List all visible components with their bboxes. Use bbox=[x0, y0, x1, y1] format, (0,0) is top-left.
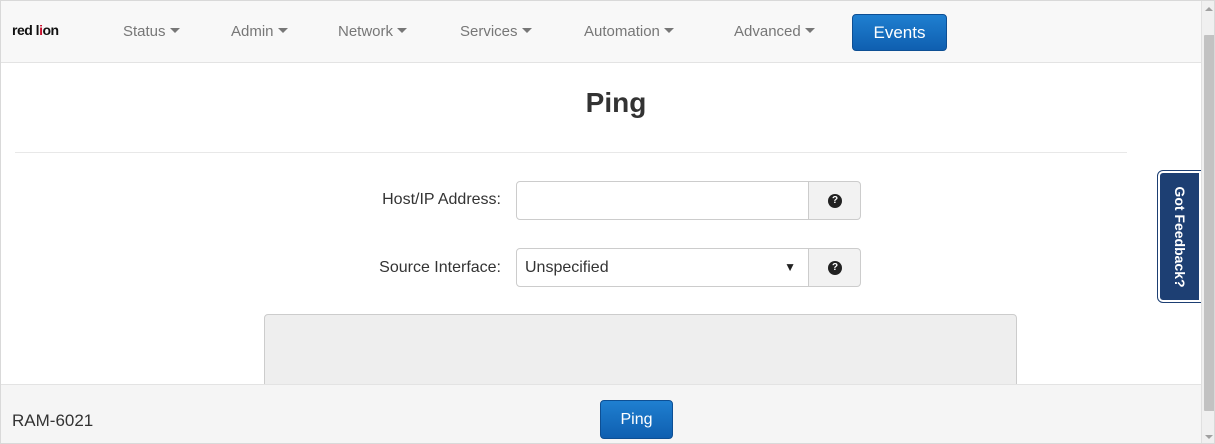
vertical-scrollbar[interactable] bbox=[1201, 1, 1214, 443]
host-ip-help-button[interactable]: ? bbox=[808, 181, 861, 220]
ping-page: red lion Status Admin Network Services A… bbox=[0, 0, 1215, 444]
source-interface-select[interactable]: Unspecified ▼ bbox=[516, 248, 809, 287]
caret-down-icon bbox=[397, 27, 408, 33]
source-interface-help-button[interactable]: ? bbox=[808, 248, 861, 287]
nav-item-services[interactable]: Services bbox=[460, 23, 532, 40]
caret-down-icon bbox=[804, 27, 815, 33]
nav-item-label: Advanced bbox=[734, 23, 801, 40]
title-divider bbox=[15, 152, 1127, 153]
nav-item-admin[interactable]: Admin bbox=[231, 23, 288, 40]
feedback-tab[interactable]: Got Feedback? bbox=[1157, 170, 1202, 303]
question-circle-icon: ? bbox=[828, 194, 842, 208]
caret-down-icon bbox=[663, 27, 674, 33]
nav-item-label: Admin bbox=[231, 23, 274, 40]
nav-item-label: Network bbox=[338, 23, 394, 40]
caret-down-icon bbox=[521, 27, 532, 33]
scrollbar-thumb[interactable] bbox=[1204, 35, 1214, 411]
caret-down-icon bbox=[277, 27, 288, 33]
nav-item-label: Automation bbox=[584, 23, 660, 40]
nav-item-automation[interactable]: Automation bbox=[584, 23, 674, 40]
source-interface-label: Source Interface: bbox=[379, 259, 501, 276]
scroll-up-arrow-icon[interactable] bbox=[1205, 7, 1213, 11]
logo-text-prefix: red l bbox=[12, 22, 40, 38]
logo-text-suffix: on bbox=[42, 22, 59, 38]
nav-item-status[interactable]: Status bbox=[123, 23, 180, 40]
top-navbar: red lion Status Admin Network Services A… bbox=[1, 1, 1201, 63]
caret-down-icon bbox=[169, 27, 180, 33]
host-ip-label: Host/IP Address: bbox=[382, 191, 501, 208]
nav-item-network[interactable]: Network bbox=[338, 23, 408, 40]
nav-item-advanced[interactable]: Advanced bbox=[734, 23, 815, 40]
scroll-down-arrow-icon[interactable] bbox=[1205, 435, 1213, 439]
triangle-down-icon: ▼ bbox=[784, 260, 796, 274]
red-lion-logo[interactable]: red lion bbox=[12, 22, 59, 38]
footer-bar: RAM-6021 Ping bbox=[1, 384, 1201, 443]
nav-item-label: Services bbox=[460, 23, 518, 40]
nav-item-label: Status bbox=[123, 23, 166, 40]
question-circle-icon: ? bbox=[828, 261, 842, 275]
source-interface-value: Unspecified bbox=[525, 259, 609, 276]
feedback-label: Got Feedback? bbox=[1171, 185, 1188, 288]
events-button[interactable]: Events bbox=[852, 14, 947, 51]
host-ip-input[interactable] bbox=[516, 181, 809, 220]
ping-button[interactable]: Ping bbox=[600, 400, 673, 439]
device-name: RAM-6021 bbox=[12, 411, 94, 430]
page-title: Ping bbox=[585, 87, 647, 118]
